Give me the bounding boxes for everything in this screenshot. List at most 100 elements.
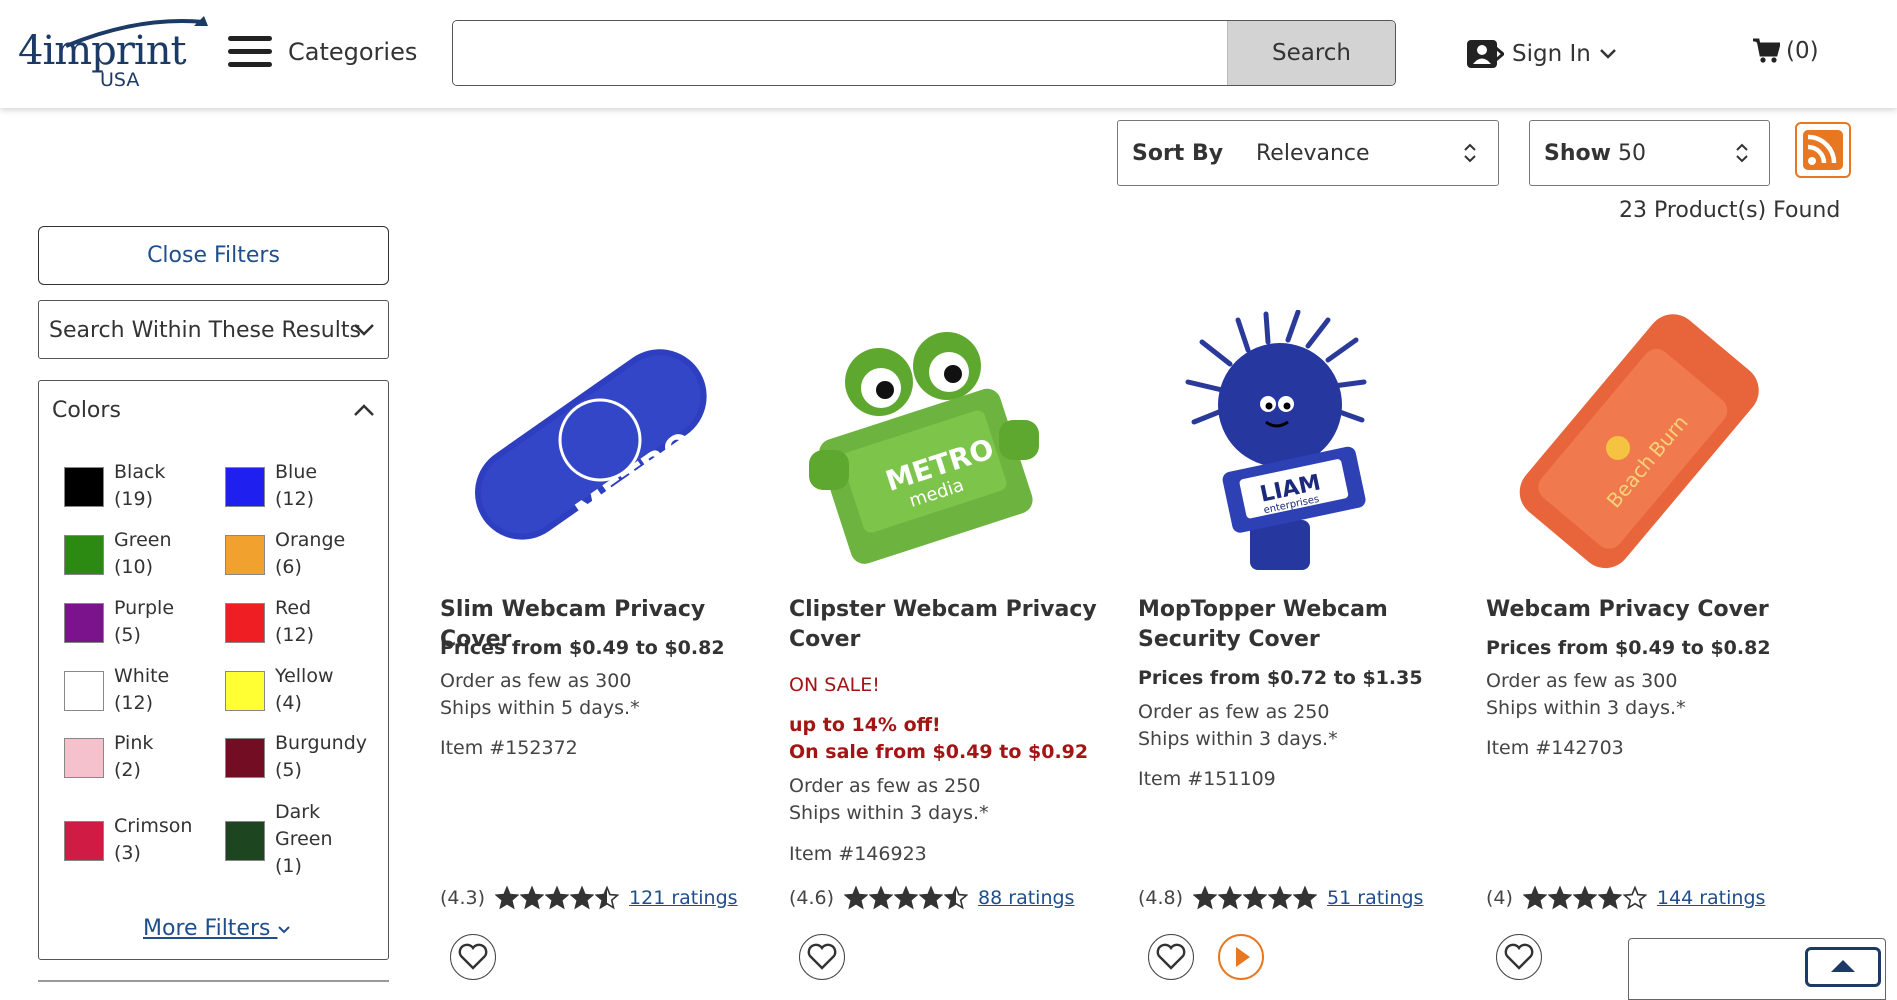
rss-feed-button[interactable]	[1795, 122, 1851, 178]
more-filters-label: More Filters	[143, 916, 271, 941]
star-rating-icon	[1193, 886, 1318, 910]
rating-value: (4.6)	[789, 887, 835, 909]
favorite-button[interactable]	[450, 934, 496, 980]
product-price: Prices from $0.72 to $1.35	[1138, 667, 1423, 689]
product-title[interactable]: MopTopper Webcam Security Cover	[1138, 595, 1458, 655]
search-within-results-toggle[interactable]: Search Within These Results	[38, 300, 389, 359]
color-name: Purple	[114, 597, 175, 619]
product-image[interactable]: METRO media	[440, 310, 740, 580]
sort-select[interactable]: Sort By Relevance	[1117, 120, 1499, 186]
color-name: Red	[275, 597, 312, 619]
product-title[interactable]: Clipster Webcam Privacy Cover	[789, 595, 1109, 655]
cart-count: (0)	[1786, 38, 1819, 64]
arrow-up-icon	[1831, 960, 1855, 972]
color-swatch	[64, 671, 104, 711]
product-rating: (4.8) 51 ratings	[1138, 886, 1423, 910]
more-filters-link[interactable]: More Filters	[143, 916, 291, 941]
color-filter-purple[interactable]: Purple (5)	[64, 595, 224, 651]
color-count: (5)	[114, 624, 141, 646]
color-filter-pink[interactable]: Pink (2)	[64, 730, 224, 786]
product-card: METRO media Clipster Webcam Privacy Cove…	[789, 310, 1109, 990]
product-rating: (4.3) 121 ratings	[440, 886, 738, 910]
chevron-down-icon	[354, 324, 374, 336]
product-image[interactable]: LIAM enterprises	[1138, 309, 1438, 580]
ratings-link[interactable]: 121 ratings	[629, 887, 738, 909]
ratings-link[interactable]: 88 ratings	[978, 887, 1074, 909]
product-photo: LIAM enterprises	[1185, 309, 1367, 570]
product-rating: (4) 144 ratings	[1486, 886, 1765, 910]
star-icon	[1293, 886, 1318, 910]
back-to-top-button[interactable]	[1805, 947, 1881, 987]
color-swatch	[64, 821, 104, 861]
cart-link[interactable]: (0)	[1752, 38, 1819, 64]
menu-icon[interactable]	[228, 36, 272, 70]
chevron-up-icon[interactable]	[353, 403, 375, 417]
color-count: (12)	[275, 488, 315, 510]
star-icon	[1193, 886, 1218, 910]
star-icon	[1218, 886, 1243, 910]
color-count: (3)	[114, 842, 141, 864]
color-filter-black[interactable]: Black (19)	[64, 459, 224, 515]
color-filter-white[interactable]: White (12)	[64, 663, 224, 719]
search-input[interactable]	[453, 21, 1227, 85]
favorite-button[interactable]	[1496, 934, 1542, 980]
color-filter-blue[interactable]: Blue (12)	[225, 459, 385, 515]
video-play-button[interactable]	[1218, 934, 1264, 980]
product-title[interactable]: Webcam Privacy Cover	[1486, 595, 1806, 625]
color-swatch	[225, 671, 265, 711]
show-count-select[interactable]: Show 50	[1529, 120, 1770, 186]
product-item-number: Item #152372	[440, 737, 578, 759]
close-filters-button[interactable]: Close Filters	[38, 226, 389, 285]
star-icon	[1622, 886, 1647, 910]
product-image[interactable]: Beach Burn	[1486, 310, 1786, 580]
color-name: Green	[114, 529, 172, 551]
color-name: Orange	[275, 529, 346, 551]
color-swatch	[64, 738, 104, 778]
star-icon	[1522, 886, 1547, 910]
star-rating-icon	[844, 886, 969, 910]
rating-value: (4.8)	[1138, 887, 1184, 909]
color-filter-dark-green[interactable]: Dark Green (1)	[225, 799, 385, 883]
color-swatch	[225, 467, 265, 507]
ratings-link[interactable]: 51 ratings	[1327, 887, 1423, 909]
color-count: (4)	[275, 692, 302, 714]
search-button[interactable]: Search	[1227, 21, 1395, 85]
product-card: METRO media Slim Webcam Privacy Cover Pr…	[440, 310, 760, 990]
color-filter-yellow[interactable]: Yellow (4)	[225, 663, 385, 719]
color-filter-crimson[interactable]: Crimson (3)	[64, 813, 224, 869]
color-count: (5)	[275, 759, 302, 781]
product-photo: METRO media	[809, 332, 1039, 564]
product-photo: Beach Burn	[1519, 314, 1759, 569]
color-name: Blue	[275, 461, 318, 483]
product-min-order: Order as few as 300	[440, 670, 632, 692]
color-swatch	[64, 467, 104, 507]
favorite-button[interactable]	[1148, 934, 1194, 980]
star-icon	[1243, 886, 1268, 910]
products-found-count: 23 Product(s) Found	[1619, 198, 1841, 223]
ratings-link[interactable]: 144 ratings	[1657, 887, 1766, 909]
star-rating-icon	[1522, 886, 1647, 910]
color-filter-orange[interactable]: Orange (6)	[225, 527, 385, 583]
logo-country: USA	[100, 69, 140, 91]
logo[interactable]: 4imprint USA	[18, 12, 208, 92]
color-name: Black	[114, 461, 166, 483]
favorite-button[interactable]	[799, 934, 845, 980]
updown-icon	[1464, 143, 1476, 163]
star-icon	[1547, 886, 1572, 910]
product-ships: Ships within 3 days.*	[1138, 728, 1338, 750]
color-swatch	[225, 821, 265, 861]
categories-link[interactable]: Categories	[288, 38, 417, 66]
search-bar: Search	[452, 20, 1396, 86]
sign-in-menu[interactable]: Sign In	[1466, 36, 1617, 72]
color-count: (19)	[114, 488, 154, 510]
updown-icon	[1736, 143, 1748, 163]
color-filter-green[interactable]: Green (10)	[64, 527, 224, 583]
color-swatch	[225, 535, 265, 575]
product-photo: METRO media	[475, 349, 707, 540]
color-filter-red[interactable]: Red (12)	[225, 595, 385, 651]
product-image[interactable]: METRO media	[789, 310, 1089, 580]
sign-in-label: Sign In	[1512, 41, 1591, 67]
star-icon	[495, 886, 520, 910]
color-filter-burgundy[interactable]: Burgundy (5)	[225, 730, 385, 786]
chevron-down-icon	[278, 926, 291, 934]
